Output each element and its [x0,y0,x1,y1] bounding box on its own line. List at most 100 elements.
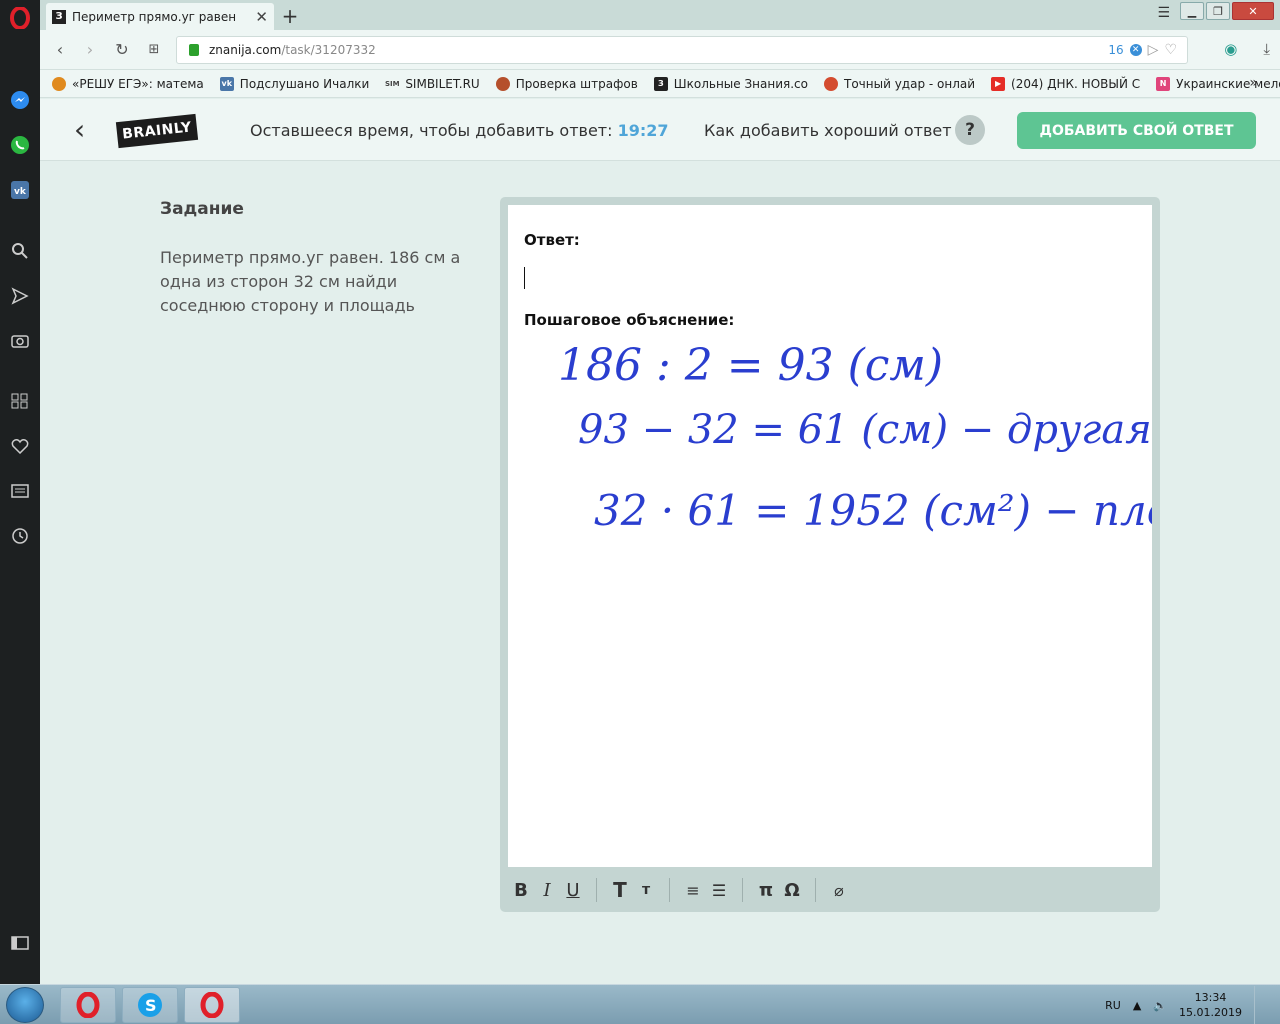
handwriting-line: 186 : 2 = 93 (см) [558,340,943,391]
handwritten-solution-image: 186 : 2 = 93 (см) 93 − 32 = 61 (см) − др… [558,340,1152,535]
camera-icon[interactable] [8,328,32,352]
url-path: /task/31207332 [281,43,376,57]
news-icon[interactable] [8,479,32,503]
bookmark-label: (204) ДНК. НОВЫЙ С [1011,76,1141,91]
bookmarks-more-icon[interactable]: » [1249,75,1258,91]
tab-bar: З Периметр прямо.уг равен ✕ + ☰ ▁ ❐ ✕ [40,0,1280,30]
heart-icon[interactable] [8,434,32,458]
bookmark-item[interactable]: SIM SIMBILET.RU [385,76,480,91]
toolbar-divider [669,878,670,902]
download-icon[interactable]: ⤓ [1263,40,1270,58]
bookmark-label: Точный удар - онлай [844,76,976,91]
site-header: ‹ BRAINLY Оставшееся время, чтобы добави… [40,99,1280,161]
handwriting-line: 93 − 32 = 61 (см) − другая сторона [578,407,1152,453]
bookmark-item[interactable]: Проверка штрафов [495,76,638,91]
sun-icon [52,76,66,91]
windows-taskbar: S RU ▲ 🔈 13:34 15.01.2019 [0,984,1280,1024]
sidebar-toggle-icon[interactable] [8,931,32,955]
taskbar-opera-active-icon[interactable] [184,987,240,1023]
messenger-icon[interactable] [8,88,32,112]
handwriting-line: 32 · 61 = 1952 (см²) − площадь [594,486,1152,535]
bookmark-label: Подслушано Ичалки [239,76,370,91]
clock-time: 13:34 [1194,991,1227,1004]
bookmark-item[interactable]: «РЕШУ ЕГЭ»: матема [52,76,204,91]
search-icon[interactable] [8,239,32,263]
nav-extra-icons: ◉ ⤓ [1224,40,1270,58]
brainly-logo[interactable]: BRAINLY [115,113,199,149]
bookmark-label: SIMBILET.RU [405,76,480,91]
browser-tab[interactable]: З Периметр прямо.уг равен ✕ [46,3,274,30]
add-answer-button[interactable]: ДОБАВИТЬ СВОЙ ОТВЕТ [1017,112,1256,149]
tab-title: Периметр прямо.уг равен [72,9,237,24]
vpn-icon[interactable]: ◉ [1224,40,1237,58]
url-input[interactable]: znanija.com/task/31207332 16 ✕ ▷ ♡ [176,36,1188,64]
task-text: Периметр прямо.уг равен. 186 см а одна и… [160,248,461,315]
task-title: Задание [160,199,244,219]
bold-button[interactable]: B [508,880,534,901]
znanija-icon: З [653,76,668,91]
history-icon[interactable] [8,524,32,548]
tab-favicon: З [52,9,66,24]
timer-label: Оставшееся время, чтобы добавить ответ: [250,121,613,140]
whatsapp-icon[interactable] [8,133,32,157]
start-button[interactable] [6,987,44,1023]
forward-button[interactable]: › [80,40,100,59]
pi-button[interactable]: π [753,880,779,901]
opera-logo-icon[interactable] [8,6,32,30]
vk-icon: vk [219,76,234,91]
speed-dial-icon[interactable] [8,389,32,413]
text-cursor [524,267,525,289]
taskbar-opera-icon[interactable] [60,987,116,1023]
back-chevron-icon[interactable]: ‹ [74,113,85,146]
opera-sidebar: vk [0,0,40,984]
bullet-list-button[interactable]: ☰ [706,881,732,900]
svg-text:vk: vk [14,187,27,197]
system-tray: RU ▲ 🔈 13:34 15.01.2019 [1105,985,1266,1024]
url-host: znanija.com [209,43,282,57]
back-button[interactable]: ‹ [50,40,70,59]
new-tab-button[interactable]: + [280,4,300,28]
bookmark-item[interactable]: N Украинские мелодра [1156,76,1280,91]
bookmark-item[interactable]: З Школьные Знания.co [653,76,808,91]
bookmark-label: Проверка штрафов [515,76,638,91]
answer-label: Ответ: [524,231,580,249]
adblock-icon[interactable]: ✕ [1129,44,1142,56]
how-to-answer-link[interactable]: Как добавить хороший ответ [704,121,952,140]
address-bar-row: ‹ › ↻ ⊞ znanija.com/task/31207332 16 ✕ ▷… [40,30,1280,70]
clock[interactable]: 13:34 15.01.2019 [1179,990,1242,1020]
window-controls: ▁ ❐ ✕ [1180,2,1274,20]
toolbar-divider [742,878,743,902]
restore-button[interactable]: ❐ [1206,2,1230,20]
tray-expand-icon[interactable]: ▲ [1133,999,1141,1012]
bookmark-item[interactable]: ▶ (204) ДНК. НОВЫЙ С [991,76,1141,91]
vk-icon[interactable]: vk [8,178,32,202]
bookmark-heart-icon[interactable]: ♡ [1164,42,1177,58]
timer-text: Оставшееся время, чтобы добавить ответ: … [250,121,669,140]
minimize-button[interactable]: ▁ [1180,2,1204,20]
editor-toolbar: B I U T т ≡ ☰ π Ω ⌀ [508,873,852,907]
language-indicator[interactable]: RU [1105,999,1121,1012]
tab-close-icon[interactable]: ✕ [255,8,268,26]
underline-button[interactable]: U [560,880,586,901]
italic-button[interactable]: I [534,880,560,901]
answer-editor: Ответ: Пошаговое объяснение: 186 : 2 = 9… [500,197,1160,912]
editor-content-area[interactable]: Ответ: Пошаговое объяснение: 186 : 2 = 9… [508,205,1152,867]
ordered-list-button[interactable]: ≡ [680,881,706,900]
help-icon[interactable]: ? [955,115,985,145]
bookmark-item[interactable]: Точный удар - онлай [824,76,976,91]
send-icon[interactable] [8,284,32,308]
taskbar-skype-icon[interactable]: S [122,987,178,1023]
send-to-flow-icon[interactable]: ▷ [1148,42,1159,58]
youtube-icon: ▶ [991,76,1006,91]
close-window-button[interactable]: ✕ [1232,2,1274,20]
heading-large-button[interactable]: T [607,878,633,902]
show-desktop-button[interactable] [1254,986,1266,1024]
omega-button[interactable]: Ω [779,880,805,901]
bookmark-item[interactable]: vk Подслушано Ичалки [219,76,370,91]
tabs-overview-icon[interactable]: ⊞ [144,42,164,57]
heading-small-button[interactable]: т [633,882,659,898]
attach-icon[interactable]: ⌀ [826,881,852,900]
volume-icon[interactable]: 🔈 [1153,999,1167,1012]
tab-menu-icon[interactable]: ☰ [1157,5,1170,21]
reload-button[interactable]: ↻ [112,40,132,59]
